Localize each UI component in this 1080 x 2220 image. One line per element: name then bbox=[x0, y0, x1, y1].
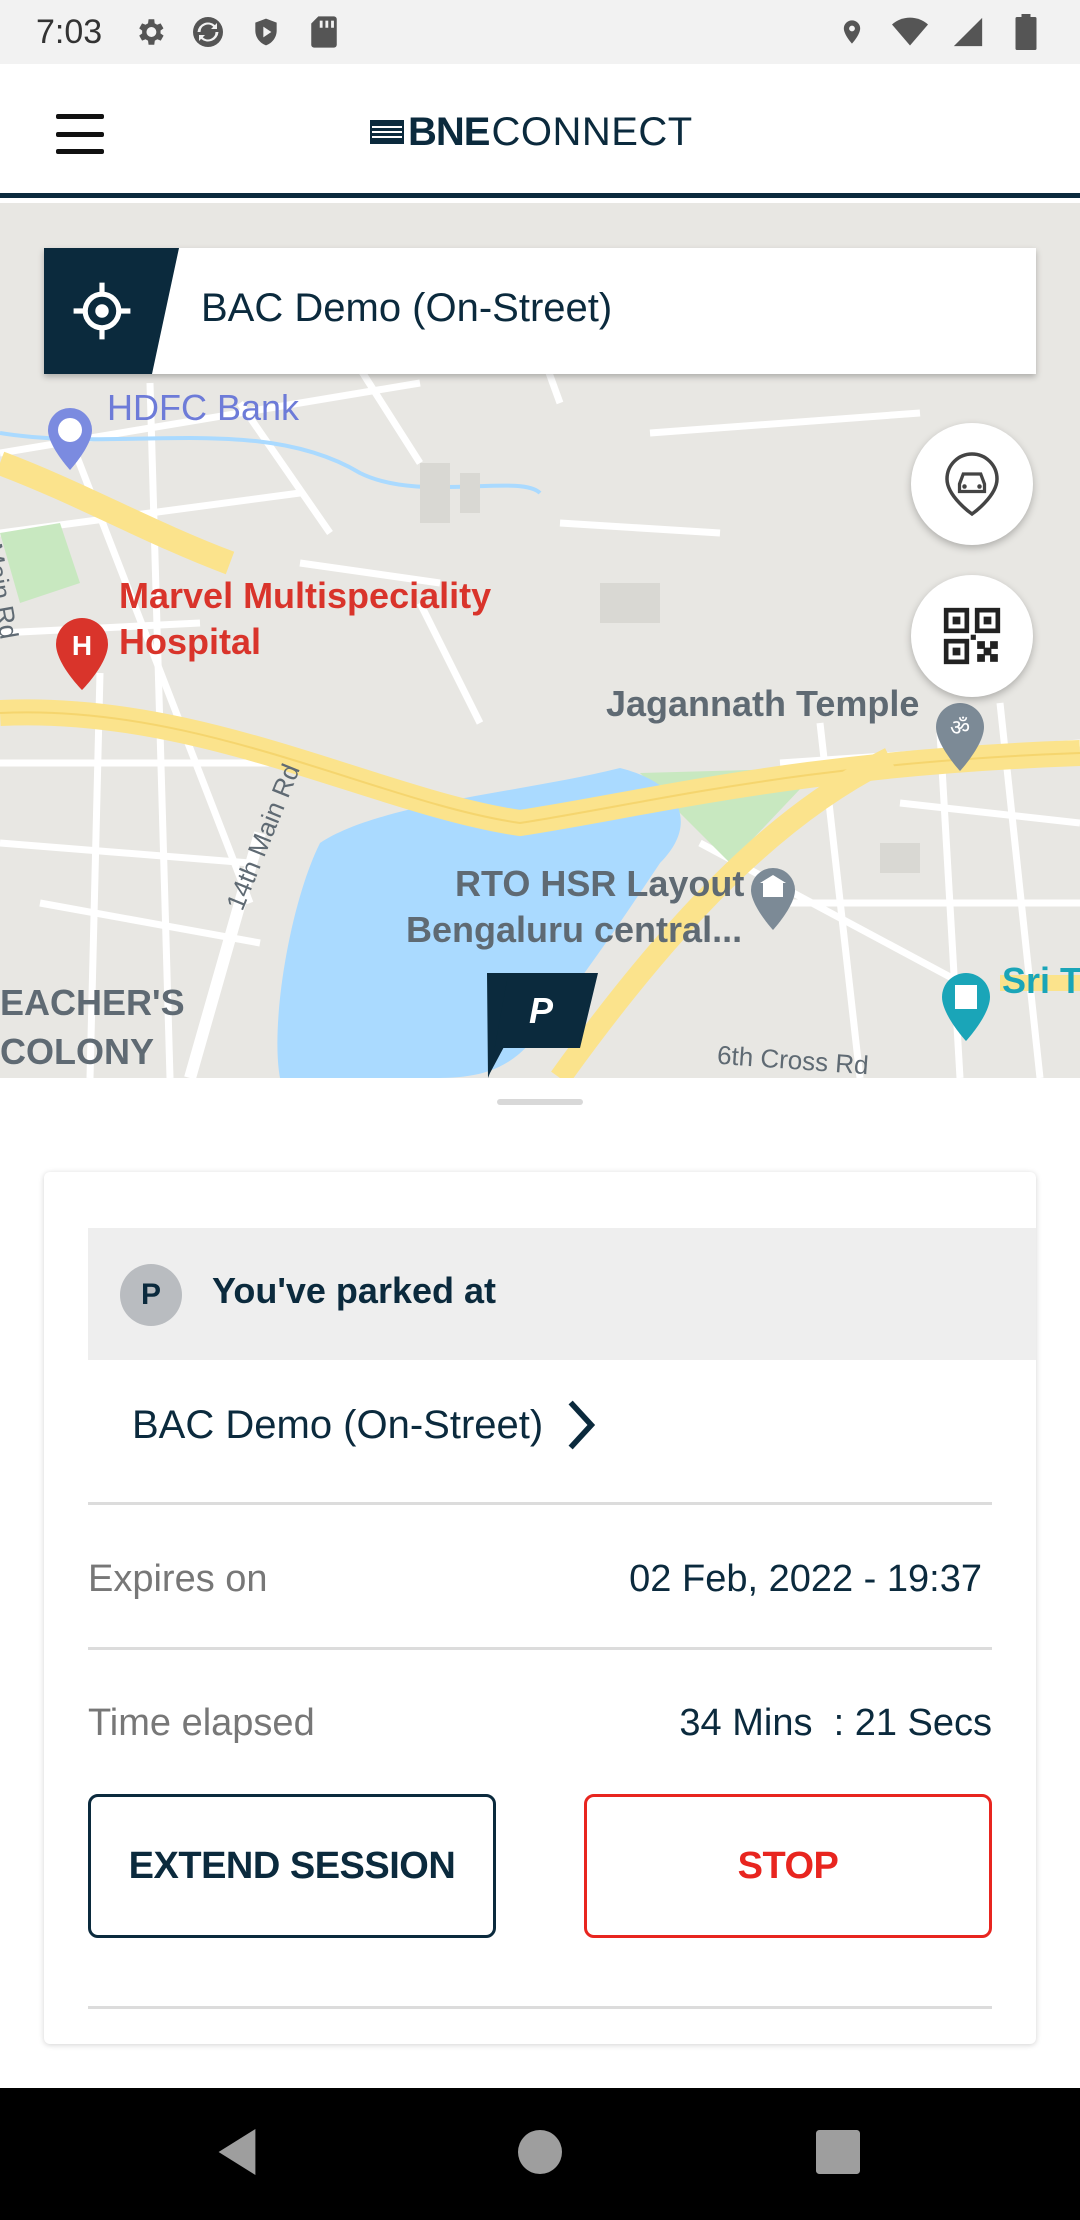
svg-text:H: H bbox=[72, 630, 92, 661]
map-label-rto-2: Bengaluru central... bbox=[406, 909, 743, 950]
crosshair-icon bbox=[73, 282, 130, 340]
hamburger-menu-button[interactable] bbox=[56, 114, 104, 154]
parked-title: You've parked at bbox=[212, 1270, 496, 1311]
brand-logo: BNE CONNECT bbox=[370, 109, 693, 154]
sync-icon bbox=[190, 14, 226, 50]
status-bar: 7:03 bbox=[0, 0, 1080, 64]
parking-marker-label: P bbox=[529, 990, 554, 1031]
map-view[interactable]: H ॐ HDFC Bank Marvel Multispeciality Hos… bbox=[0, 203, 1080, 1078]
system-nav-bar bbox=[0, 2088, 1080, 2220]
brand-bne: BNE bbox=[408, 109, 490, 154]
sd-card-icon bbox=[306, 14, 342, 50]
divider bbox=[88, 1502, 992, 1505]
map-label-sri: Sri T bbox=[1002, 960, 1080, 1001]
map-label-marvel-2: Hospital bbox=[119, 621, 262, 662]
map-label-marvel-1: Marvel Multispeciality bbox=[119, 575, 492, 616]
brand-mark-icon bbox=[370, 120, 404, 144]
home-icon bbox=[518, 2130, 562, 2174]
search-location-text: BAC Demo (On-Street) bbox=[201, 286, 613, 330]
map-label-rto-1: RTO HSR Layout bbox=[455, 863, 745, 904]
status-time: 7:03 bbox=[36, 12, 103, 51]
back-button[interactable] bbox=[214, 2126, 260, 2178]
map-label-teachers-1: EACHER'S bbox=[0, 982, 185, 1023]
qr-scan-button[interactable] bbox=[911, 575, 1033, 697]
expires-value: 02 Feb, 2022 - 19:37 bbox=[629, 1558, 982, 1600]
signal-icon bbox=[950, 14, 986, 50]
stop-button[interactable]: STOP bbox=[584, 1794, 992, 1938]
car-pin-icon bbox=[945, 452, 999, 517]
bottom-sheet-handle[interactable] bbox=[497, 1099, 583, 1105]
car-location-button[interactable] bbox=[911, 423, 1033, 545]
battery-icon bbox=[1008, 14, 1044, 50]
wifi-icon bbox=[892, 14, 928, 50]
parked-header: P You've parked at bbox=[88, 1228, 1036, 1360]
parking-session-card: P You've parked at BAC Demo (On-Street) … bbox=[44, 1172, 1036, 2044]
recents-button[interactable] bbox=[816, 2130, 860, 2174]
elapsed-label: Time elapsed bbox=[88, 1702, 315, 1744]
map-label-hdfc: HDFC Bank bbox=[107, 387, 300, 428]
parked-location-text: BAC Demo (On-Street) bbox=[132, 1402, 544, 1447]
gear-icon bbox=[132, 14, 168, 50]
divider bbox=[88, 2006, 992, 2009]
locate-button[interactable] bbox=[44, 248, 179, 374]
extend-session-button[interactable]: EXTEND SESSION bbox=[88, 1794, 496, 1938]
divider bbox=[88, 1647, 992, 1650]
qr-code-icon bbox=[943, 607, 1001, 665]
svg-text:ॐ: ॐ bbox=[950, 716, 970, 741]
shield-icon bbox=[248, 14, 284, 50]
back-icon bbox=[218, 2129, 256, 2175]
chevron-right-icon bbox=[568, 1400, 596, 1450]
elapsed-value: 34 Mins : 21 Secs bbox=[679, 1702, 992, 1744]
map-label-teachers-2: COLONY bbox=[0, 1031, 155, 1072]
recents-icon bbox=[816, 2130, 860, 2174]
home-button[interactable] bbox=[518, 2130, 562, 2174]
expires-label: Expires on bbox=[88, 1558, 268, 1600]
location-search-bar[interactable]: BAC Demo (On-Street) bbox=[44, 248, 1036, 374]
brand-connect: CONNECT bbox=[491, 109, 693, 154]
parking-badge: P bbox=[120, 1264, 182, 1326]
app-header: BNE CONNECT bbox=[0, 64, 1080, 198]
map-label-jagannath: Jagannath Temple bbox=[606, 683, 920, 724]
location-icon bbox=[834, 14, 870, 50]
parked-location-link[interactable]: BAC Demo (On-Street) bbox=[132, 1398, 596, 1452]
